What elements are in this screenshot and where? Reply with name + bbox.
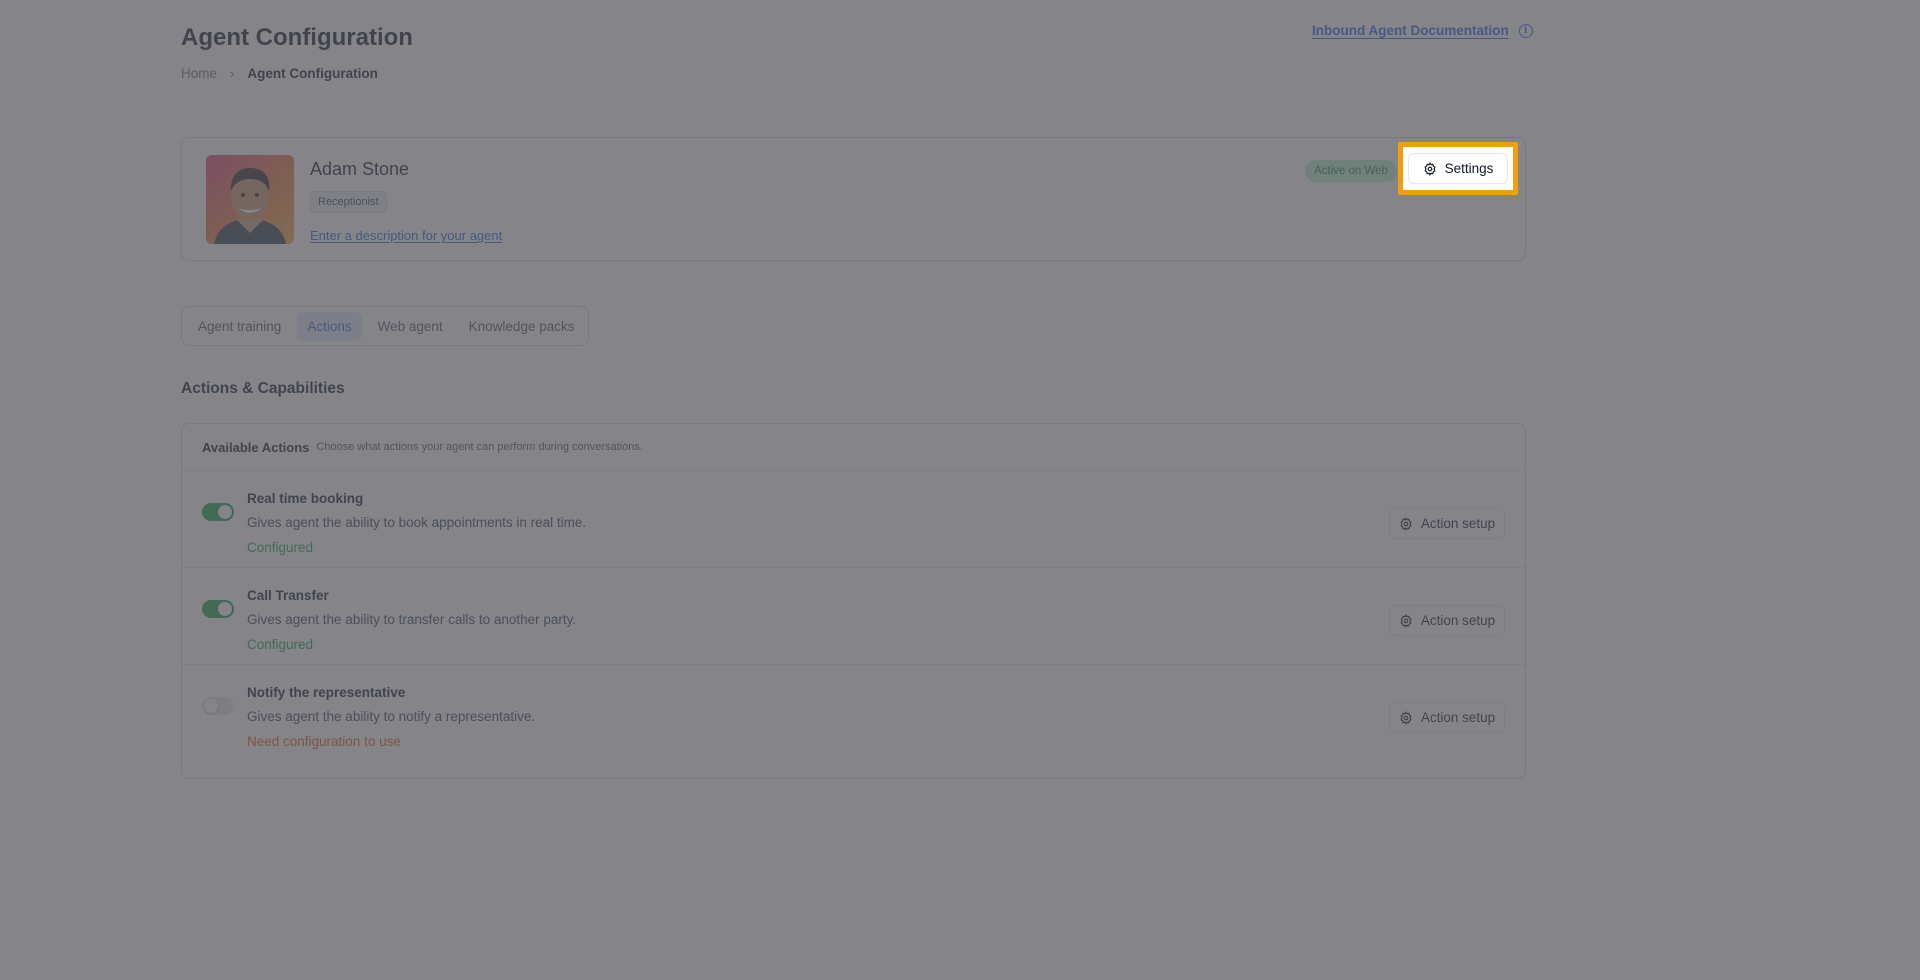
action-name: Call Transfer	[247, 588, 329, 603]
gear-icon	[1400, 516, 1412, 531]
breadcrumb-separator-icon: ›	[230, 66, 235, 81]
settings-button[interactable]: Settings	[1408, 153, 1508, 184]
action-row: Call Transfer Gives agent the ability to…	[182, 568, 1525, 665]
actions-header-title: Available Actions	[202, 439, 310, 455]
toggle-knob	[204, 699, 218, 713]
tab-knowledge-packs[interactable]: Knowledge packs	[459, 312, 585, 341]
action-status: Configured	[247, 540, 314, 555]
status-badge: Active on Web	[1305, 160, 1397, 182]
action-status: Need configuration to use	[247, 734, 401, 749]
page-title: Agent Configuration	[181, 24, 413, 51]
action-name: Notify the representative	[247, 685, 406, 700]
documentation-link[interactable]: Inbound Agent Documentation	[1312, 23, 1509, 38]
toggle-knob	[218, 505, 232, 519]
breadcrumb-current: Agent Configuration	[247, 66, 378, 81]
tab-web-agent[interactable]: Web agent	[368, 312, 453, 341]
action-setup-button[interactable]: Action setup	[1389, 605, 1505, 636]
agent-description-link[interactable]: Enter a description for your agent	[310, 228, 502, 243]
action-toggle-notify-representative[interactable]	[202, 697, 234, 715]
tab-agent-training[interactable]: Agent training	[188, 312, 291, 341]
avatar	[206, 155, 294, 244]
section-title: Actions & Capabilities	[181, 380, 345, 397]
breadcrumb-home[interactable]: Home	[181, 66, 217, 81]
action-name: Real time booking	[247, 491, 364, 506]
action-toggle-real-time-booking[interactable]	[202, 503, 234, 521]
actions-card: Available Actions Choose what actions yo…	[181, 423, 1526, 779]
role-badge: Receptionist	[310, 191, 387, 213]
action-setup-label: Action setup	[1420, 516, 1496, 531]
documentation-link-group: Inbound Agent Documentation i	[1312, 23, 1533, 38]
action-row: Notify the representative Gives agent th…	[182, 665, 1525, 778]
gear-icon	[1424, 161, 1436, 176]
page: Agent Configuration Home › Agent Configu…	[0, 0, 1920, 980]
action-status: Configured	[247, 637, 314, 652]
action-toggle-call-transfer[interactable]	[202, 600, 234, 618]
tab-actions[interactable]: Actions	[297, 311, 362, 341]
action-description: Gives agent the ability to book appointm…	[247, 515, 587, 530]
info-icon[interactable]: i	[1518, 23, 1533, 38]
avatar-image	[206, 155, 294, 244]
breadcrumb: Home › Agent Configuration	[181, 66, 378, 81]
agent-name: Adam Stone	[310, 159, 410, 179]
action-setup-label: Action setup	[1420, 710, 1496, 725]
settings-label: Settings	[1444, 161, 1494, 176]
action-description: Gives agent the ability to transfer call…	[247, 612, 577, 627]
action-setup-label: Action setup	[1420, 613, 1496, 628]
actions-header: Available Actions Choose what actions yo…	[182, 424, 1525, 471]
action-setup-button[interactable]: Action setup	[1389, 508, 1505, 539]
settings-highlight: Settings	[1398, 142, 1518, 195]
gear-icon	[1400, 613, 1412, 628]
agent-card: Adam Stone Receptionist Enter a descript…	[181, 137, 1526, 261]
tabs: Agent training Actions Web agent Knowled…	[181, 306, 589, 346]
action-row: Real time booking Gives agent the abilit…	[182, 471, 1525, 568]
actions-header-subtitle: Choose what actions your agent can perfo…	[316, 441, 643, 453]
toggle-knob	[218, 602, 232, 616]
action-setup-button[interactable]: Action setup	[1389, 702, 1505, 733]
gear-icon	[1400, 710, 1412, 725]
action-description: Gives agent the ability to notify a repr…	[247, 709, 536, 724]
